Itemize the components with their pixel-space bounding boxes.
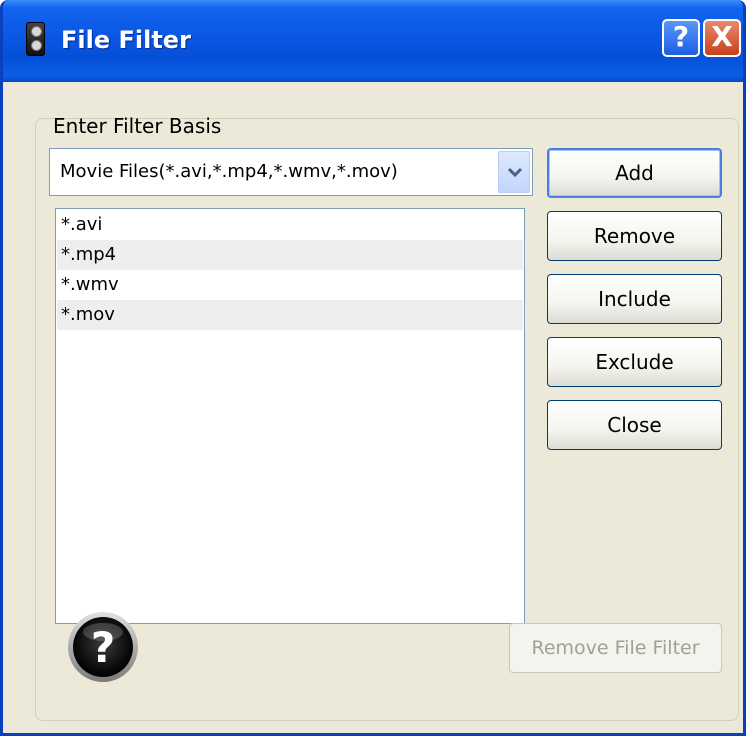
speaker-icon <box>26 22 45 56</box>
window-title: File Filter <box>61 26 191 54</box>
svg-text:?: ? <box>91 623 115 672</box>
include-button[interactable]: Include <box>547 274 722 324</box>
dropdown-arrow-button[interactable] <box>498 151 530 193</box>
title-help-button[interactable]: ? <box>662 19 700 57</box>
remove-file-filter-button[interactable]: Remove File Filter <box>509 623 722 673</box>
title-bar[interactable]: File Filter ? X <box>3 0 743 82</box>
exclude-button[interactable]: Exclude <box>547 337 722 387</box>
list-item[interactable]: *.wmv <box>57 270 523 300</box>
list-item[interactable]: *.avi <box>57 210 523 240</box>
file-filter-window: File Filter ? X Enter Filter Basis Movie… <box>0 0 746 736</box>
filter-basis-label: Enter Filter Basis <box>53 114 222 138</box>
list-item[interactable]: *.mp4 <box>57 240 523 270</box>
title-close-button[interactable]: X <box>703 19 741 57</box>
list-item[interactable]: *.mov <box>57 300 523 330</box>
chevron-down-icon <box>508 167 522 177</box>
filter-basis-dropdown[interactable]: Movie Files(*.avi,*.mp4,*.wmv,*.mov) <box>49 148 533 196</box>
help-orb-icon[interactable]: ? <box>66 610 140 684</box>
filter-list[interactable]: *.avi *.mp4 *.wmv *.mov <box>55 208 525 624</box>
remove-button[interactable]: Remove <box>547 211 722 261</box>
close-button[interactable]: Close <box>547 400 722 450</box>
filter-basis-value: Movie Files(*.avi,*.mp4,*.wmv,*.mov) <box>60 161 398 182</box>
add-button[interactable]: Add <box>547 148 722 198</box>
